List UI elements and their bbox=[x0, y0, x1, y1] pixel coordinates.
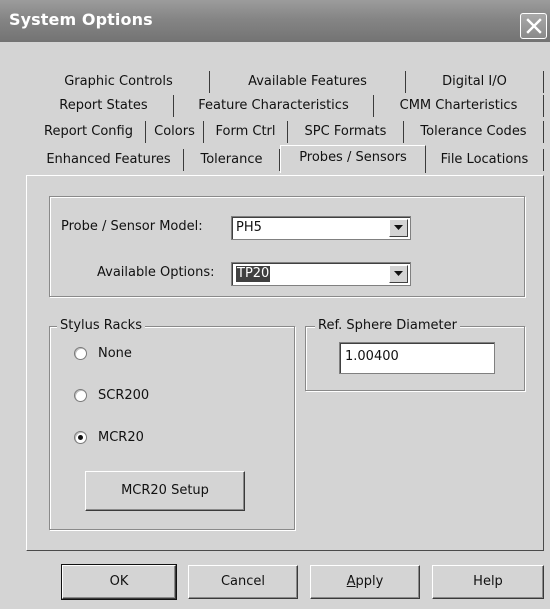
ref-sphere-diameter-input[interactable]: 1.00400 bbox=[339, 342, 495, 374]
tab-spc-formats[interactable]: SPC Formats bbox=[288, 121, 404, 143]
radio-mcr20-label: MCR20 bbox=[98, 430, 144, 445]
tab-feature-characteristics[interactable]: Feature Characteristics bbox=[174, 95, 374, 117]
available-options-value: TP20 bbox=[236, 266, 271, 282]
help-button[interactable]: Help bbox=[432, 565, 544, 599]
tab-colors[interactable]: Colors bbox=[146, 121, 204, 143]
close-button[interactable] bbox=[520, 13, 547, 39]
tab-probes-sensors[interactable]: Probes / Sensors bbox=[280, 145, 426, 173]
mcr20-setup-button[interactable]: MCR20 Setup bbox=[85, 471, 245, 511]
chevron-down-icon bbox=[394, 271, 403, 276]
radio-mcr20[interactable]: MCR20 bbox=[74, 429, 194, 447]
radio-selected-dot bbox=[78, 435, 83, 440]
title-bar[interactable]: System Options bbox=[0, 0, 550, 42]
tab-report-config[interactable]: Report Config bbox=[32, 121, 146, 143]
radio-none-circle bbox=[74, 347, 87, 360]
tab-graphic-controls[interactable]: Graphic Controls bbox=[28, 71, 210, 93]
radio-scr200-label: SCR200 bbox=[98, 388, 150, 403]
available-options-label: Available Options: bbox=[97, 265, 215, 280]
radio-none-label: None bbox=[98, 346, 132, 361]
system-options-dialog: System Options Graphic Controls Availabl… bbox=[0, 0, 550, 609]
stylus-racks-title: Stylus Racks bbox=[57, 318, 145, 334]
tab-strip: Graphic Controls Available Features Digi… bbox=[28, 71, 544, 177]
tab-digital-io[interactable]: Digital I/O bbox=[406, 71, 544, 93]
ref-sphere-title: Ref. Sphere Diameter bbox=[315, 318, 460, 334]
available-options-select[interactable]: TP20 bbox=[231, 262, 411, 286]
ok-button[interactable]: OK bbox=[61, 564, 177, 600]
close-icon bbox=[526, 18, 542, 34]
radio-scr200-circle bbox=[74, 389, 87, 402]
tab-tolerance[interactable]: Tolerance bbox=[184, 149, 280, 171]
apply-mnemonic: A bbox=[346, 574, 356, 589]
probe-model-dropdown-button[interactable] bbox=[389, 219, 408, 237]
probes-sensors-panel: Probe / Sensor Model: PH5 Available Opti… bbox=[26, 175, 544, 551]
radio-none[interactable]: None bbox=[74, 345, 194, 363]
probe-model-value: PH5 bbox=[236, 220, 262, 235]
apply-label-rest: pply bbox=[355, 574, 384, 589]
radio-scr200[interactable]: SCR200 bbox=[74, 387, 194, 405]
tab-enhanced-features[interactable]: Enhanced Features bbox=[34, 149, 184, 171]
tab-available-features[interactable]: Available Features bbox=[210, 71, 406, 93]
cancel-button[interactable]: Cancel bbox=[188, 565, 298, 599]
window-title: System Options bbox=[9, 10, 153, 29]
tab-form-ctrl[interactable]: Form Ctrl bbox=[204, 121, 288, 143]
tab-tolerance-codes[interactable]: Tolerance Codes bbox=[404, 121, 544, 143]
tab-cmm-charteristics[interactable]: CMM Charteristics bbox=[374, 95, 544, 117]
tab-report-states[interactable]: Report States bbox=[34, 95, 174, 117]
tab-file-locations[interactable]: File Locations bbox=[426, 149, 544, 171]
apply-button[interactable]: Apply bbox=[310, 565, 420, 599]
probe-model-label: Probe / Sensor Model: bbox=[61, 219, 203, 234]
radio-mcr20-circle bbox=[74, 431, 87, 444]
chevron-down-icon bbox=[394, 225, 403, 230]
available-options-dropdown-button[interactable] bbox=[389, 265, 408, 283]
ref-sphere-diameter-value: 1.00400 bbox=[345, 349, 399, 364]
probe-model-select[interactable]: PH5 bbox=[231, 216, 411, 240]
